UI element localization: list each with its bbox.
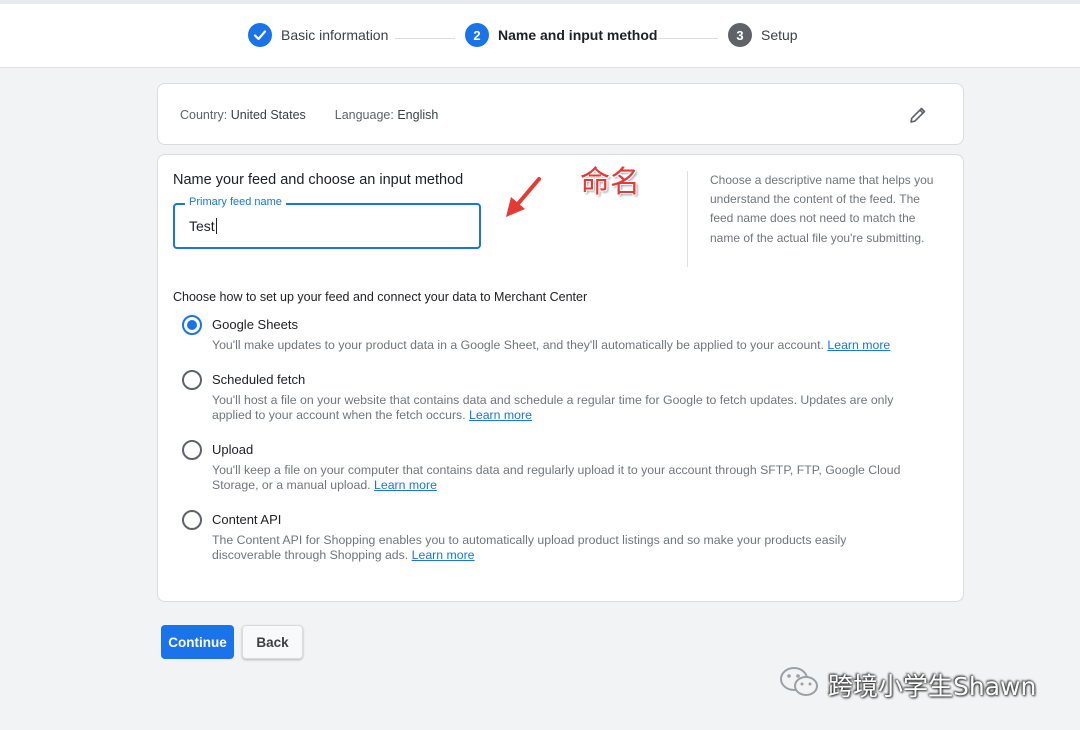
step-name-and-input-method[interactable]: 2 Name and input method [465, 22, 657, 48]
help-text: Choose a descriptive name that helps you… [710, 173, 934, 245]
country-label: Country: [180, 108, 228, 122]
option-title: Google Sheets [212, 317, 299, 332]
radio-google-sheets[interactable] [182, 315, 202, 335]
primary-feed-name-input[interactable]: Primary feed name Test [173, 196, 481, 249]
annotation-text: 命名 [580, 165, 640, 200]
red-arrow-icon [503, 175, 543, 226]
option-description: You'll make updates to your product data… [212, 338, 891, 352]
option-description: You'll keep a file on your computer that… [212, 463, 901, 492]
step-label: Basic information [281, 27, 389, 43]
radio-upload[interactable] [182, 440, 202, 460]
step-setup[interactable]: 3 Setup [728, 22, 798, 48]
step-connector [395, 38, 455, 39]
pencil-icon[interactable] [907, 104, 929, 126]
watermark: 跨境小学生Shawn [778, 665, 1036, 704]
continue-button[interactable]: Continue [161, 625, 234, 659]
divider [687, 171, 688, 267]
country-value: United States [230, 108, 306, 122]
field-value[interactable]: Test [189, 218, 217, 234]
stepper-header: Basic information 2 Name and input metho… [0, 0, 1080, 68]
learn-more-link[interactable]: Learn more [469, 408, 532, 422]
option-title: Upload [212, 442, 254, 457]
step-number: 2 [465, 23, 489, 47]
step-basic-information[interactable]: Basic information [248, 22, 388, 48]
step-label: Name and input method [498, 27, 658, 43]
wechat-icon [778, 665, 820, 704]
field-label: Primary feed name [185, 196, 286, 208]
option-description: The Content API for Shopping enables you… [212, 533, 847, 562]
step-number: 3 [728, 23, 752, 47]
feed-setup-card: Name your feed and choose an input metho… [157, 154, 964, 602]
learn-more-link[interactable]: Learn more [412, 548, 475, 562]
back-button[interactable]: Back [242, 625, 303, 659]
radio-scheduled-fetch[interactable] [182, 370, 202, 390]
option-title: Content API [212, 512, 282, 527]
learn-more-link[interactable]: Learn more [374, 478, 437, 492]
watermark-text: 跨境小学生Shawn [828, 671, 1037, 701]
locale-card: Country: United States Language: English [157, 83, 964, 145]
step-label: Setup [761, 27, 798, 43]
step-connector [658, 38, 718, 39]
radio-content-api[interactable] [182, 510, 202, 530]
learn-more-link[interactable]: Learn more [827, 338, 890, 352]
language-label: Language: [334, 108, 394, 122]
option-title: Scheduled fetch [212, 372, 306, 387]
language-value: English [397, 108, 439, 122]
locale-summary: Country: United States Language: English [180, 108, 438, 122]
option-description: You'll host a file on your website that … [212, 393, 894, 422]
section-title: Name your feed and choose an input metho… [173, 172, 464, 188]
input-method-label: Choose how to set up your feed and conne… [173, 290, 588, 304]
check-icon [248, 23, 272, 47]
